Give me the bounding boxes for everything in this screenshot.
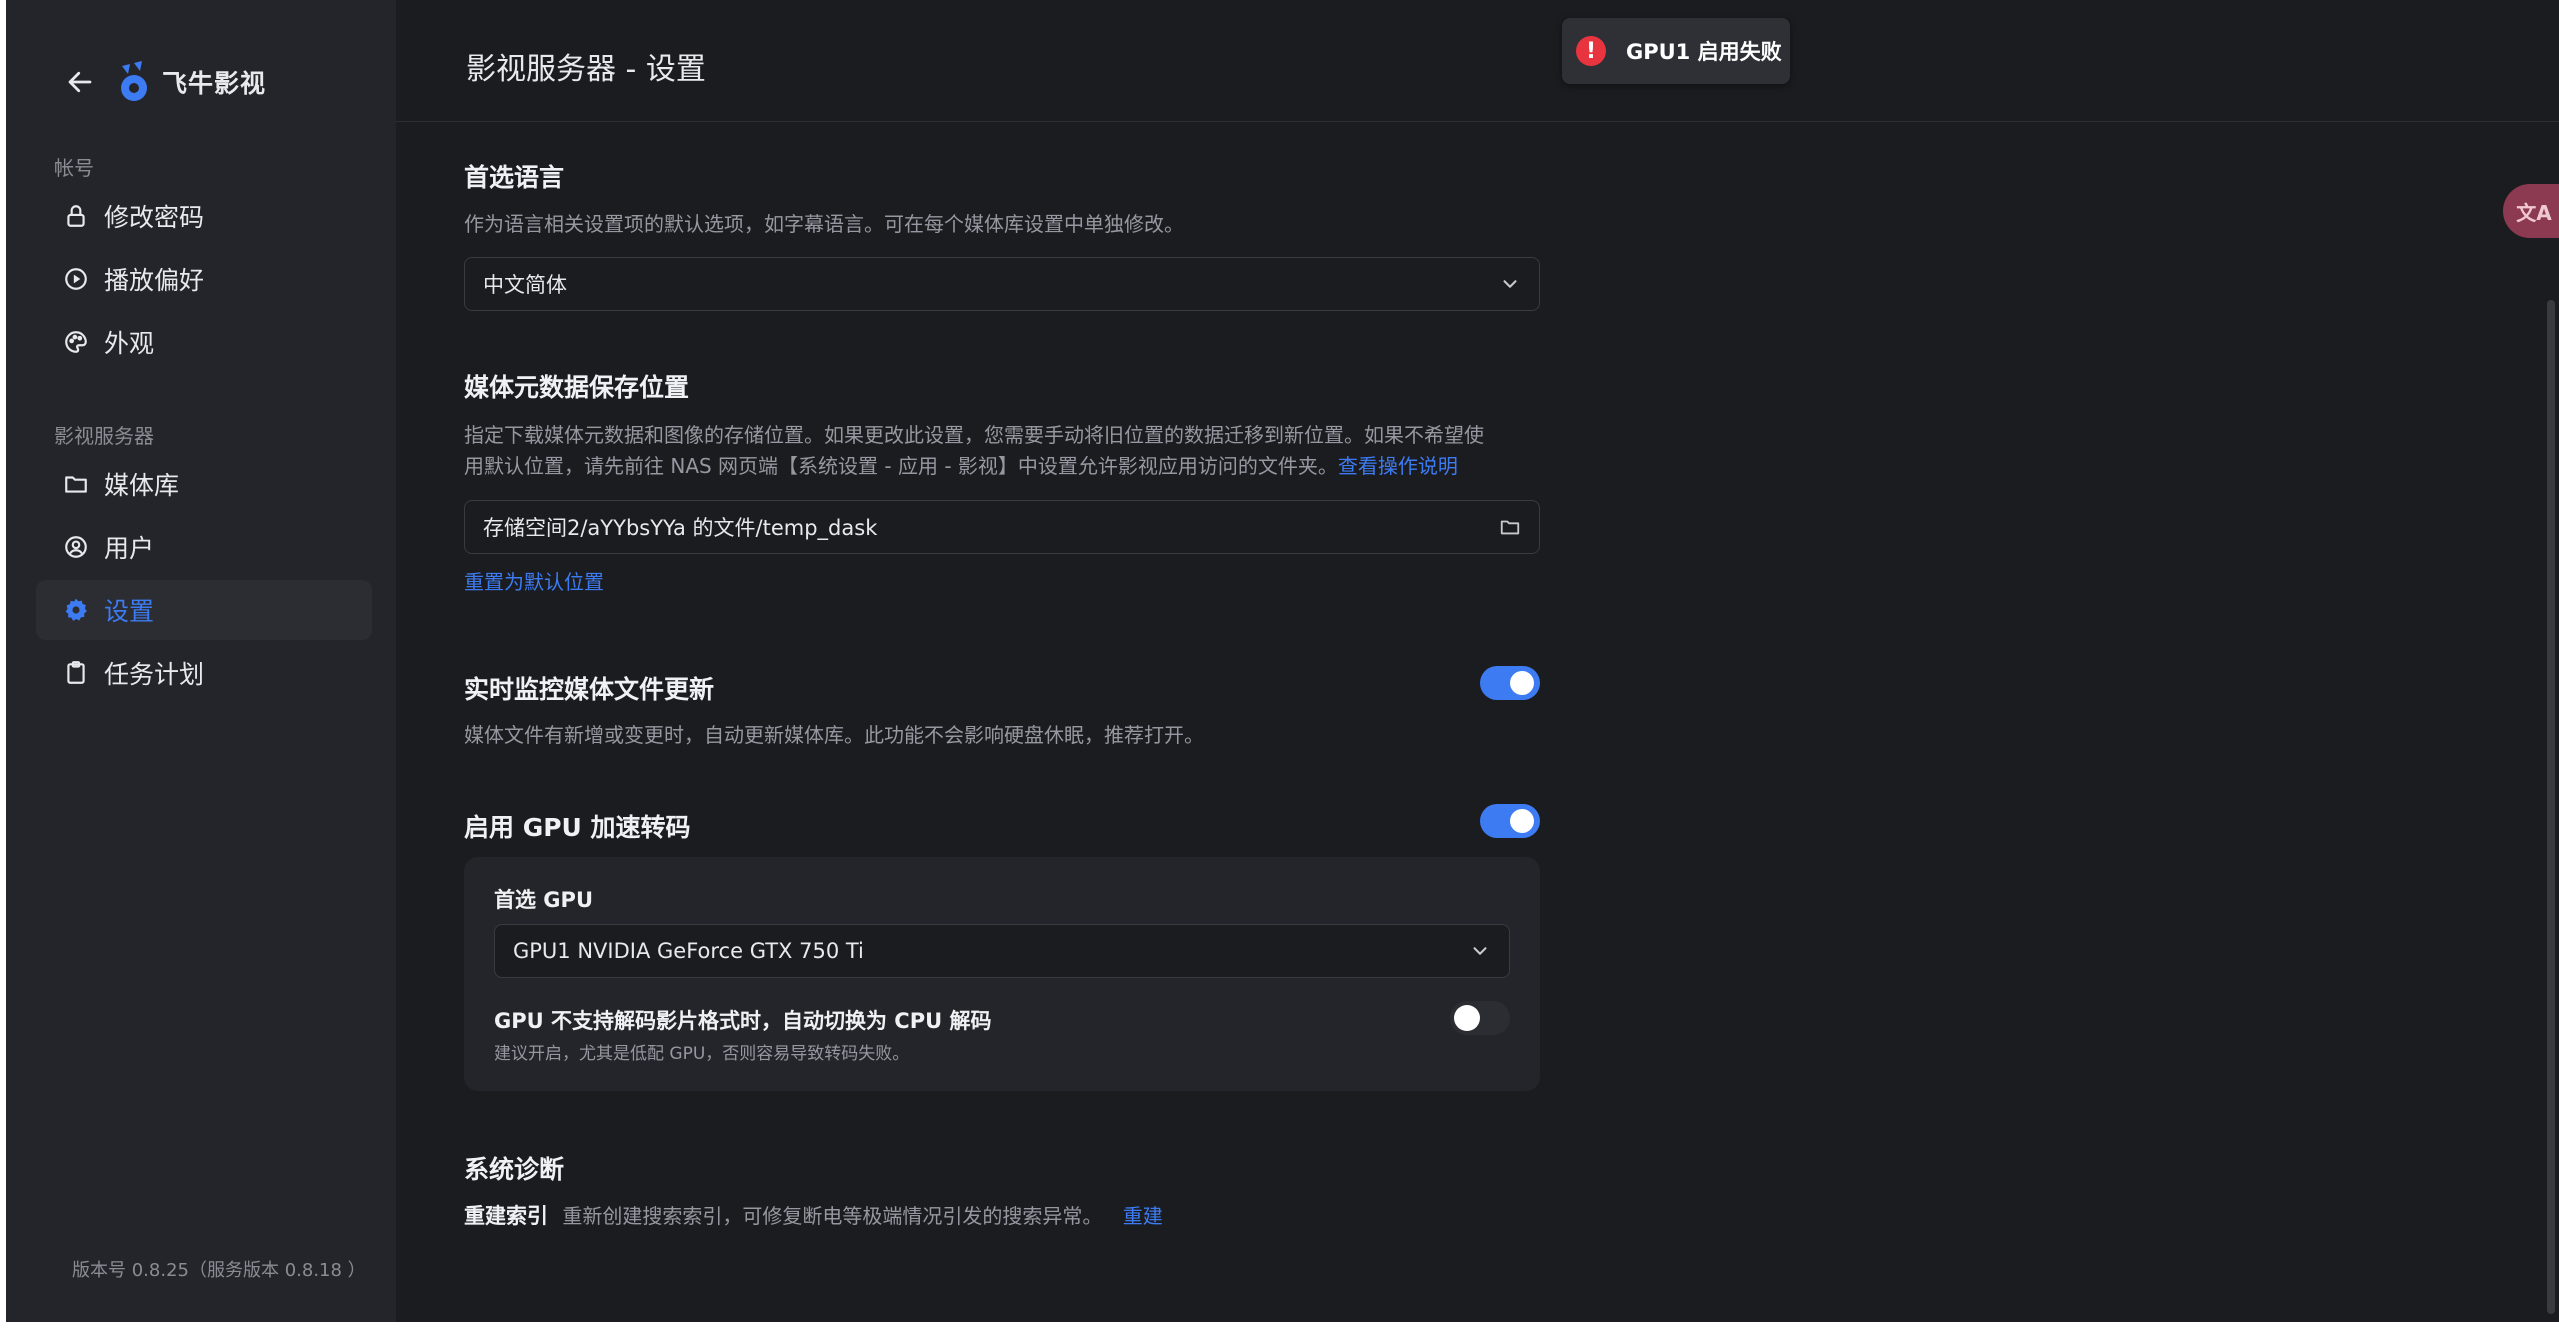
cpu-fallback-toggle[interactable]: [1450, 1001, 1510, 1035]
chevron-down-icon: [1465, 936, 1495, 966]
clipboard-icon: [62, 659, 90, 687]
rebuild-link[interactable]: 重建: [1123, 1204, 1163, 1228]
cpu-fallback-title: GPU 不支持解码影片格式时，自动切换为 CPU 解码: [494, 1009, 992, 1033]
sidebar-item-appearance[interactable]: 外观: [36, 312, 372, 372]
reset-default-link[interactable]: 重置为默认位置: [464, 567, 604, 598]
language-select-value: 中文简体: [483, 273, 567, 297]
sidebar-header: 飞牛影视: [58, 58, 266, 106]
language-title: 首选语言: [464, 163, 565, 192]
user-circle-icon: [62, 533, 90, 561]
preferred-gpu-label: 首选 GPU: [494, 888, 593, 912]
section-label-account: 帐号: [54, 156, 94, 180]
sidebar-item-label: 任务计划: [104, 660, 205, 689]
language-select[interactable]: 中文简体: [464, 257, 1540, 311]
toggle-knob: [1510, 809, 1534, 833]
back-button[interactable]: [58, 60, 102, 104]
sidebar-item-playback[interactable]: 播放偏好: [36, 249, 372, 309]
arrow-left-icon: [68, 71, 92, 93]
cpu-fallback-desc: 建议开启，尤其是低配 GPU，否则容易导致转码失败。: [494, 1044, 910, 1064]
gpu-title: 启用 GPU 加速转码: [464, 813, 691, 842]
metadata-desc-line1: 指定下载媒体元数据和图像的存储位置。如果更改此设置，您需要手动将旧位置的数据迁移…: [464, 423, 1484, 447]
sidebar: 飞牛影视 帐号 修改密码 播放偏好 外观 影视服务器 媒体库 用户 设置 任务计…: [6, 0, 396, 1322]
sidebar-item-label: 外观: [104, 329, 155, 358]
app-window: 飞牛影视 帐号 修改密码 播放偏好 外观 影视服务器 媒体库 用户 设置 任务计…: [6, 0, 2559, 1322]
translate-button[interactable]: 文A: [2503, 184, 2559, 238]
sidebar-item-label: 用户: [104, 534, 155, 563]
metadata-desc-line2: 用默认位置，请先前往 NAS 网页端【系统设置 - 应用 - 影视】中设置允许影…: [464, 451, 1554, 482]
error-toast: ! GPU1 启用失败: [1562, 18, 1790, 84]
rebuild-index-desc: 重新创建搜索索引，可修复断电等极端情况引发的搜索异常。: [562, 1204, 1103, 1228]
sidebar-item-users[interactable]: 用户: [36, 517, 372, 577]
app-name: 飞牛影视: [162, 69, 267, 98]
metadata-desc-line2-text: 用默认位置，请先前往 NAS 网页端【系统设置 - 应用 - 影视】中设置允许影…: [464, 454, 1338, 478]
metadata-path-value: 存储空间2/aYYbsYYa 的文件/temp_dask: [483, 516, 878, 540]
version-text: 版本号 0.8.25（服务版本 0.8.18 ）: [72, 1260, 366, 1281]
toggle-knob: [1454, 1005, 1480, 1031]
translate-icon: 文A: [2516, 200, 2552, 225]
preferred-gpu-value: GPU1 NVIDIA GeForce GTX 750 Ti: [513, 939, 864, 963]
error-icon: !: [1576, 36, 1606, 66]
lock-icon: [62, 202, 90, 230]
sidebar-item-settings[interactable]: 设置: [36, 580, 372, 640]
folder-icon: [62, 470, 90, 498]
metadata-path-field[interactable]: 存储空间2/aYYbsYYa 的文件/temp_dask: [464, 500, 1540, 554]
gpu-toggle[interactable]: [1480, 804, 1540, 838]
folder-browse-icon[interactable]: [1495, 512, 1525, 542]
monitor-toggle[interactable]: [1480, 666, 1540, 700]
sidebar-item-media-library[interactable]: 媒体库: [36, 454, 372, 514]
sidebar-item-label: 播放偏好: [104, 266, 205, 295]
palette-icon: [62, 328, 90, 356]
metadata-title: 媒体元数据保存位置: [464, 373, 690, 402]
preferred-gpu-select[interactable]: GPU1 NVIDIA GeForce GTX 750 Ti: [494, 924, 1510, 978]
sidebar-item-change-password[interactable]: 修改密码: [36, 186, 372, 246]
sidebar-item-label: 媒体库: [104, 471, 180, 500]
diagnostics-title: 系统诊断: [464, 1155, 565, 1184]
rebuild-index-row: 重建索引 重新创建搜索索引，可修复断电等极端情况引发的搜索异常。 重建: [464, 1201, 1163, 1232]
toggle-knob: [1510, 671, 1534, 695]
chevron-down-icon: [1495, 269, 1525, 299]
top-bar: 影视服务器 - 设置: [396, 0, 2559, 122]
metadata-desc: 指定下载媒体元数据和图像的存储位置。如果更改此设置，您需要手动将旧位置的数据迁移…: [464, 420, 1554, 482]
sidebar-item-label: 修改密码: [104, 203, 205, 232]
main-content: 影视服务器 - 设置 ! GPU1 启用失败 首选语言 作为语言相关设置项的默认…: [396, 0, 2559, 1322]
gpu-settings-card: 首选 GPU GPU1 NVIDIA GeForce GTX 750 Ti GP…: [464, 857, 1540, 1091]
toast-message: GPU1 启用失败: [1626, 40, 1782, 64]
play-circle-icon: [62, 265, 90, 293]
monitor-title: 实时监控媒体文件更新: [464, 675, 715, 704]
monitor-desc: 媒体文件有新增或变更时，自动更新媒体库。此功能不会影响硬盘休眠，推荐打开。: [464, 723, 1204, 747]
section-label-media-server: 影视服务器: [54, 424, 154, 448]
rebuild-index-label: 重建索引: [464, 1204, 548, 1228]
app-logo-icon: [121, 61, 147, 101]
sidebar-item-task-schedule[interactable]: 任务计划: [36, 643, 372, 703]
scrollbar[interactable]: [2547, 300, 2555, 1314]
sidebar-item-label: 设置: [104, 597, 155, 626]
gear-icon: [62, 596, 90, 624]
page-title: 影视服务器 - 设置: [466, 52, 706, 87]
language-desc: 作为语言相关设置项的默认选项，如字幕语言。可在每个媒体库设置中单独修改。: [464, 212, 1184, 236]
help-link[interactable]: 查看操作说明: [1338, 454, 1458, 478]
